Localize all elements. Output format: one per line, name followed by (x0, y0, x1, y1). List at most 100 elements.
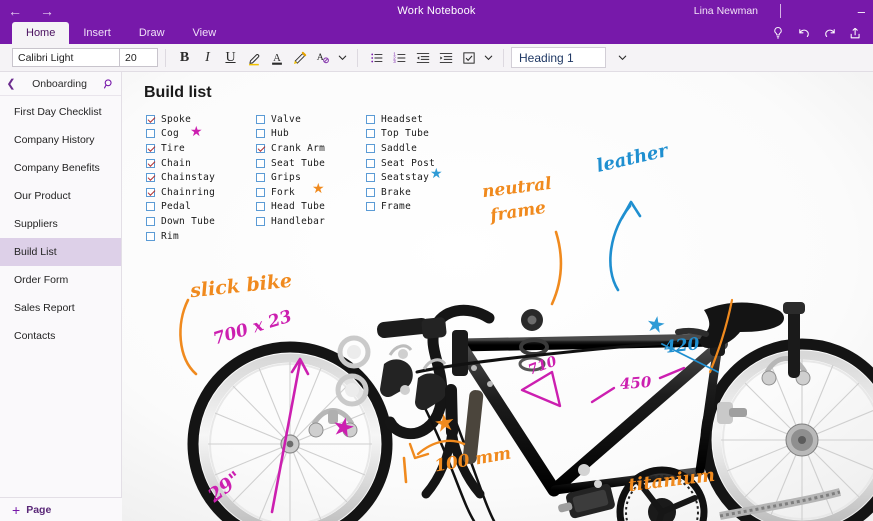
list-item[interactable]: Grips (256, 170, 366, 185)
checkbox[interactable] (146, 173, 155, 182)
checkbox[interactable] (146, 129, 155, 138)
italic-button[interactable]: I (196, 46, 219, 69)
titlebar-divider (780, 4, 781, 18)
sidebar-item-sales-report[interactable]: Sales Report (0, 294, 121, 322)
font-name-input[interactable]: Calibri Light (12, 48, 120, 67)
checkbox[interactable] (366, 188, 375, 197)
checkbox[interactable] (146, 202, 155, 211)
checkbox[interactable] (366, 173, 375, 182)
checkbox[interactable] (256, 115, 265, 124)
list-item[interactable]: Head Tube (256, 200, 366, 215)
list-item[interactable]: Handlebar (256, 214, 366, 229)
tell-me-lightbulb-icon[interactable] (771, 26, 785, 40)
checkbox-tag-icon[interactable] (457, 46, 480, 69)
page-title[interactable]: Build list (144, 84, 212, 102)
list-item[interactable]: Hub (256, 127, 366, 142)
list-item-label: Seat Tube (271, 158, 325, 169)
share-icon[interactable] (849, 26, 863, 40)
sidebar-item-build-list[interactable]: Build List (0, 238, 121, 266)
tags-chevron-down-icon[interactable] (480, 46, 496, 69)
chevron-left-icon[interactable]: ❮ (0, 77, 22, 90)
list-item[interactable]: Valve (256, 112, 366, 127)
checkbox[interactable] (256, 202, 265, 211)
list-item[interactable]: Rim (146, 229, 256, 244)
numbered-list-icon[interactable]: 1 2 3 (388, 46, 411, 69)
list-item[interactable]: Chainstay (146, 170, 256, 185)
redo-icon[interactable] (823, 26, 837, 40)
sidebar-item-order-form[interactable]: Order Form (0, 266, 121, 294)
checkbox[interactable] (146, 144, 155, 153)
checkbox[interactable] (256, 129, 265, 138)
sidebar-item-company-history[interactable]: Company History (0, 126, 121, 154)
list-item-label: Grips (271, 172, 301, 183)
tab-home[interactable]: Home (12, 22, 69, 44)
list-item[interactable]: Fork★ (256, 185, 366, 200)
list-item-label: Tire (161, 143, 185, 154)
checkbox[interactable] (146, 188, 155, 197)
checkbox[interactable] (146, 159, 155, 168)
search-icon[interactable] (97, 78, 121, 90)
checkbox[interactable] (366, 144, 375, 153)
styles-chevron-down-icon[interactable] (614, 46, 630, 69)
checkbox[interactable] (366, 129, 375, 138)
list-item[interactable]: Top Tube (366, 127, 476, 142)
list-item[interactable]: Seatstay★ (366, 170, 476, 185)
cassette-graphic (786, 424, 818, 456)
list-item[interactable]: Seat Tube (256, 156, 366, 171)
font-color-button[interactable]: A (265, 46, 288, 69)
undo-icon[interactable] (797, 26, 811, 40)
sidebar-item-suppliers[interactable]: Suppliers (0, 210, 121, 238)
checkbox[interactable] (366, 159, 375, 168)
bulleted-list-icon[interactable] (365, 46, 388, 69)
checkbox[interactable] (256, 217, 265, 226)
checkbox[interactable] (146, 232, 155, 241)
decrease-indent-icon[interactable] (411, 46, 434, 69)
tab-view[interactable]: View (179, 22, 231, 44)
list-item[interactable]: Pedal (146, 200, 256, 215)
list-item[interactable]: Cog★ (146, 127, 256, 142)
sidebar-item-our-product[interactable]: Our Product (0, 182, 121, 210)
list-item-label: Seatstay (381, 172, 429, 183)
list-item[interactable]: Frame (366, 200, 476, 215)
list-item[interactable]: Seat Post (366, 156, 476, 171)
font-size-input[interactable]: 20 (120, 48, 158, 67)
list-item-label: Chainstay (161, 172, 215, 183)
list-item[interactable]: Chain (146, 156, 256, 171)
list-item[interactable]: Saddle (366, 141, 476, 156)
list-item-label: Chain (161, 158, 191, 169)
clear-formatting-icon[interactable]: A (311, 46, 334, 69)
small-bolt-graphic (471, 365, 477, 371)
font-options-chevron-down-icon[interactable] (334, 46, 350, 69)
list-item[interactable]: Spoke (146, 112, 256, 127)
checkbox[interactable] (256, 188, 265, 197)
checkbox[interactable] (256, 144, 265, 153)
list-item[interactable]: Chainring (146, 185, 256, 200)
checkbox[interactable] (146, 217, 155, 226)
list-item[interactable]: Down Tube (146, 214, 256, 229)
list-item[interactable]: Crank Arm (256, 141, 366, 156)
tab-insert[interactable]: Insert (69, 22, 125, 44)
add-page-button[interactable]: + Page (0, 497, 122, 521)
page-canvas[interactable]: slick bike 700 x 23 29" 100 mm neutral f… (122, 72, 873, 521)
bold-button[interactable]: B (173, 46, 196, 69)
checkbox[interactable] (146, 115, 155, 124)
format-painter-icon[interactable] (288, 46, 311, 69)
underline-button[interactable]: U (219, 46, 242, 69)
list-item[interactable]: Brake (366, 185, 476, 200)
checkbox[interactable] (366, 115, 375, 124)
list-item[interactable]: Tire (146, 141, 256, 156)
minimize-button[interactable]: – (858, 0, 865, 22)
list-item-label: Frame (381, 201, 411, 212)
style-selector[interactable]: Heading 1 (511, 47, 606, 68)
sidebar-item-first-day-checklist[interactable]: First Day Checklist (0, 98, 121, 126)
checkbox[interactable] (256, 173, 265, 182)
increase-indent-icon[interactable] (434, 46, 457, 69)
checkbox[interactable] (256, 159, 265, 168)
highlighter-icon[interactable] (242, 46, 265, 69)
checkbox[interactable] (366, 202, 375, 211)
sidebar-item-company-benefits[interactable]: Company Benefits (0, 154, 121, 182)
user-account-name[interactable]: Lina Newman (694, 0, 758, 22)
sidebar-item-contacts[interactable]: Contacts (0, 322, 121, 350)
list-item[interactable]: Headset (366, 112, 476, 127)
tab-draw[interactable]: Draw (125, 22, 179, 44)
